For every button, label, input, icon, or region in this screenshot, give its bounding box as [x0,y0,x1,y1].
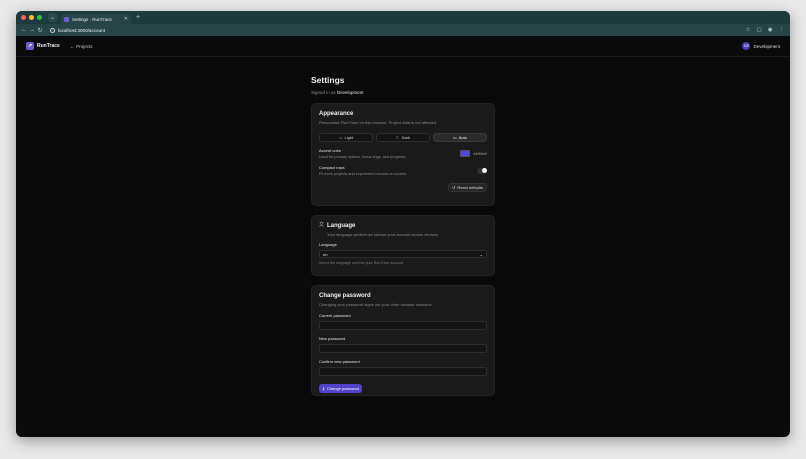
reset-row: ↺ Reset defaults [319,183,487,192]
theme-dark-button[interactable]: ☾ Dark [376,133,430,142]
accent-color-swatch[interactable] [460,150,471,157]
settings-content: Settings Signed in as Development Appear… [311,75,495,396]
tab-close-icon[interactable]: ✕ [124,16,128,22]
monitor-icon: ▭ [452,135,457,140]
logo-mark-icon: ↗ [26,42,34,50]
chevron-down-icon: ⌄ [479,251,483,257]
new-tab-icon[interactable]: + [136,14,140,21]
appearance-title: Appearance [319,111,354,117]
accent-color-description: Used for primary actions, focus rings, a… [319,155,406,159]
current-password-label: Current password [319,313,351,318]
minimize-window-button[interactable] [29,15,34,20]
projects-link-label: Projects [76,43,93,49]
tab-title: Settings · RunTrace [72,16,112,22]
new-password-input[interactable] [319,344,487,353]
compact-rows-description: Fit more projects and experiment records… [319,172,407,176]
key-icon: ⚷ [322,386,325,391]
signed-in-prefix: Signed in as [311,90,336,95]
url-text: localhost:3000/account [58,27,105,33]
appearance-description: Personalize RunTrace on this browser. Pr… [319,120,438,125]
language-description: Your language preference follows your ac… [327,232,439,237]
theme-selector: ☼ Light ☾ Dark ▭ Auto [319,133,487,142]
signed-in-text: Signed in as Development [311,90,495,95]
language-hint: Select the language used for your RunTra… [319,261,404,265]
url-field[interactable]: localhost:3000/account [48,26,746,35]
language-select[interactable]: en ⌄ [319,250,487,258]
compact-rows-label: Compact rows [319,165,345,170]
moon-icon: ☾ [395,135,400,140]
appearance-card: Appearance Personalize RunTrace on this … [311,103,495,206]
confirm-password-input[interactable] [319,367,487,376]
reset-defaults-label: Reset defaults [457,185,483,190]
sun-icon: ☼ [338,135,343,140]
language-header: 文 Language Your language preference foll… [319,222,487,238]
change-password-title: Change password [319,293,371,299]
profile-icon[interactable]: ◉ [768,27,773,33]
theme-auto-button[interactable]: ▭ Auto [433,133,487,142]
language-card: 文 Language Your language preference foll… [311,215,495,276]
menu-kebab-icon[interactable]: ⋮ [779,27,785,33]
accent-color-row: Accent color Used for primary actions, f… [319,148,487,159]
reload-icon[interactable]: ↻ [36,27,44,34]
language-title: Language [327,223,356,229]
bookmark-star-icon[interactable]: ☆ [746,27,751,33]
window-controls [21,15,42,20]
new-password-label: New password [319,336,346,341]
change-password-card: Change password Changing your password s… [311,285,495,396]
language-field-label: Language [319,242,337,247]
browser-tab-strip: ⌄ Settings · RunTrace ✕ + [16,11,790,24]
user-name: Development [753,43,780,49]
accent-color-value: #4f46e5 [473,151,487,156]
forward-icon[interactable]: → [28,27,36,33]
compact-rows-toggle[interactable] [477,167,487,174]
change-password-button-label: Change password [326,386,360,391]
signed-in-user: Development [337,90,364,95]
reset-icon: ↺ [452,185,456,190]
page-title: Settings [311,75,345,85]
theme-light-button[interactable]: ☼ Light [319,133,373,142]
theme-light-label: Light [344,135,354,140]
translate-icon: 文 [319,222,325,228]
address-bar: ← → ↻ localhost:3000/account ☆ ▢ ◉ ⋮ [16,24,790,36]
app-header: ↗ RunTrace ← Projects DE Development [16,36,790,57]
theme-dark-label: Dark [401,135,411,140]
site-info-icon[interactable] [50,27,55,33]
arrow-left-icon: ← [69,43,75,49]
browser-tab[interactable]: Settings · RunTrace ✕ [61,14,131,24]
brand-name: RunTrace [37,43,60,49]
browser-toolbar-icons: ☆ ▢ ◉ ⋮ [746,27,784,33]
change-password-description: Changing your password signs out your ot… [319,302,433,307]
change-password-button[interactable]: ⚷ Change password [319,384,363,393]
projects-link[interactable]: ← Projects [70,44,93,49]
favicon-icon [64,16,69,22]
accent-color-label: Accent color [319,148,342,153]
toggle-knob [482,168,487,173]
avatar: DE [742,42,751,50]
back-icon[interactable]: ← [20,27,28,33]
close-window-button[interactable] [21,15,26,20]
maximize-window-button[interactable] [37,15,42,20]
tab-search-icon[interactable]: ⌄ [48,13,57,22]
extensions-icon[interactable]: ▢ [756,27,761,33]
app-logo[interactable]: ↗ RunTrace [26,42,60,50]
confirm-password-label: Confirm new password [319,359,360,364]
language-selected-value: en [323,251,328,257]
current-password-input[interactable] [319,321,487,330]
theme-auto-label: Auto [458,135,467,140]
user-menu[interactable]: DE Development [742,42,780,50]
compact-rows-row: Compact rows Fit more projects and exper… [319,165,487,176]
accent-color-picker[interactable]: #4f46e5 [460,150,487,157]
browser-window: ⌄ Settings · RunTrace ✕ + ← → ↻ localhos… [16,11,790,437]
reset-defaults-button[interactable]: ↺ Reset defaults [448,183,487,192]
